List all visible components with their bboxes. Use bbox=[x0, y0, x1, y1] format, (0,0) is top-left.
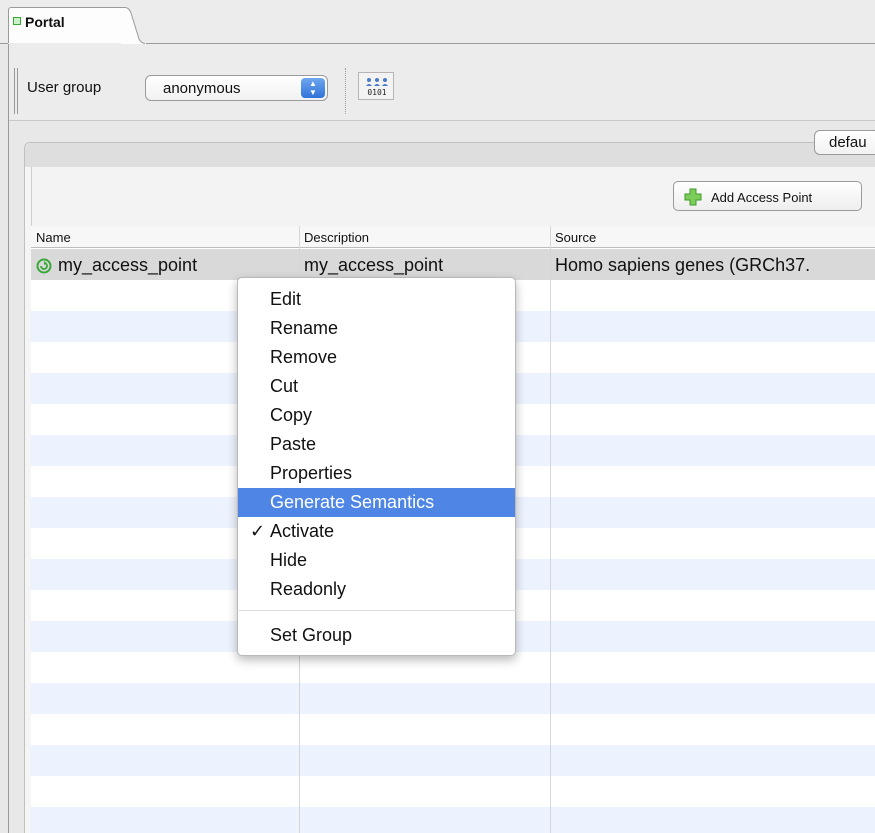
tab-status-icon bbox=[13, 17, 21, 25]
menu-item-copy[interactable]: Copy bbox=[238, 401, 515, 430]
svg-text:0101: 0101 bbox=[367, 88, 386, 97]
table-row-empty bbox=[31, 683, 875, 714]
add-access-point-button[interactable]: Add Access Point bbox=[673, 181, 862, 211]
cell-description: my_access_point bbox=[304, 255, 444, 275]
select-arrows-icon: ▲ ▼ bbox=[301, 78, 325, 98]
menu-item-activate-label: Activate bbox=[270, 521, 335, 541]
table-row-empty bbox=[31, 652, 875, 683]
menu-item-paste[interactable]: Paste bbox=[238, 430, 515, 459]
add-access-point-label: Add Access Point bbox=[711, 190, 813, 205]
menu-item-activate[interactable]: ✓ Activate bbox=[238, 517, 515, 546]
user-group-select[interactable]: anonymous ▲ ▼ bbox=[145, 75, 328, 101]
checkmark-icon: ✓ bbox=[250, 521, 266, 541]
tab-portal[interactable]: Portal bbox=[8, 7, 145, 44]
menu-item-readonly[interactable]: Readonly bbox=[238, 575, 515, 604]
toolbar-separator bbox=[345, 68, 347, 114]
menu-item-edit[interactable]: Edit bbox=[238, 285, 515, 314]
toolbar-grip[interactable] bbox=[14, 68, 18, 114]
menu-item-generate-semantics[interactable]: Generate Semantics bbox=[238, 488, 515, 517]
tab-label: Portal bbox=[25, 14, 65, 30]
table-row-empty bbox=[31, 807, 875, 833]
people-binary-button[interactable]: 0101 bbox=[358, 72, 394, 100]
active-status-icon bbox=[36, 258, 52, 274]
table-row-empty bbox=[31, 745, 875, 776]
toolbar-divider bbox=[9, 120, 875, 121]
menu-item-cut[interactable]: Cut bbox=[238, 372, 515, 401]
user-group-label: User group bbox=[27, 79, 102, 96]
app-window: Portal User group anonymous ▲ ▼ 0101 defa… bbox=[0, 0, 875, 833]
default-button[interactable]: defau bbox=[814, 130, 875, 155]
cell-source: Homo sapiens genes (GRCh37. bbox=[555, 255, 811, 275]
menu-separator bbox=[239, 610, 516, 611]
panel-header bbox=[25, 143, 875, 167]
menu-item-hide[interactable]: Hide bbox=[238, 546, 515, 575]
toolbar bbox=[9, 44, 875, 120]
column-header-name[interactable]: Name bbox=[31, 226, 299, 248]
people-binary-icon: 0101 bbox=[366, 78, 388, 97]
menu-item-rename[interactable]: Rename bbox=[238, 314, 515, 343]
column-header-description[interactable]: Description bbox=[299, 226, 550, 248]
menu-item-remove[interactable]: Remove bbox=[238, 343, 515, 372]
menu-item-properties[interactable]: Properties bbox=[238, 459, 515, 488]
menu-item-set-group[interactable]: Set Group bbox=[238, 621, 515, 650]
plus-icon bbox=[684, 188, 702, 206]
cell-name: my_access_point bbox=[58, 255, 198, 275]
column-header-source[interactable]: Source bbox=[550, 226, 875, 248]
context-menu: Edit Rename Remove Cut Copy Paste Proper… bbox=[237, 277, 516, 656]
tab-baseline-left bbox=[0, 43, 8, 44]
table-row-empty bbox=[31, 776, 875, 807]
user-group-value: anonymous bbox=[163, 80, 241, 97]
column-divider bbox=[550, 226, 551, 833]
tab-edge bbox=[121, 7, 145, 44]
table-row-empty bbox=[31, 714, 875, 745]
content-border bbox=[8, 44, 9, 833]
